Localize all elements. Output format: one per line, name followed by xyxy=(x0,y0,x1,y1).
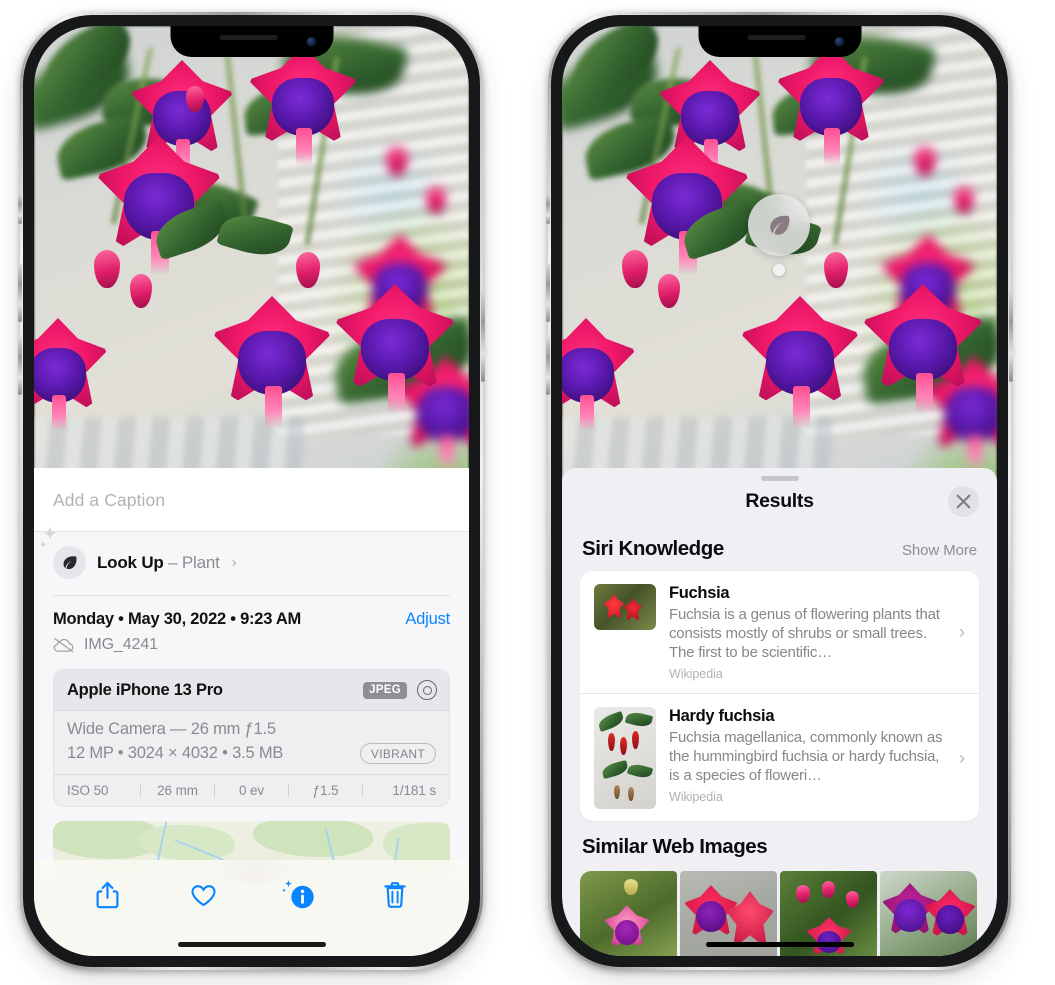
earpiece-speaker xyxy=(219,35,278,40)
exif-stats-row: ISO 50 26 mm 0 ev ƒ1.5 1/181 s xyxy=(54,774,449,806)
fuchsia-thumbnail xyxy=(594,584,656,630)
mute-switch[interactable] xyxy=(546,194,550,224)
web-image-4[interactable] xyxy=(880,871,977,956)
iphone-left: Add a Caption ✦ ✦ Look Up – Plant › Mond… xyxy=(18,12,485,970)
photo-info-sheet: Add a Caption ✦ ✦ Look Up – Plant › Mond… xyxy=(34,468,469,956)
results-header: Results xyxy=(562,468,997,523)
date-row: Monday • May 30, 2022 • 9:23 AM Adjust xyxy=(53,596,450,629)
look-up-subject: Plant xyxy=(181,552,220,572)
results-sheet: Results Siri Knowledge Show More Fuchsia… xyxy=(562,468,997,956)
phone-screen-right: Results Siri Knowledge Show More Fuchsia… xyxy=(562,26,997,956)
web-image-1[interactable] xyxy=(580,871,677,956)
exif-stat-exposure: 0 ev xyxy=(238,783,265,798)
volume-down-button[interactable] xyxy=(18,337,22,395)
power-button[interactable] xyxy=(1009,290,1013,382)
exif-stat-iso: ISO 50 xyxy=(67,783,109,798)
look-up-title: Look Up xyxy=(97,552,164,572)
adjust-button[interactable]: Adjust xyxy=(405,610,450,629)
similar-web-images-title: Similar Web Images xyxy=(582,835,768,859)
trash-icon[interactable] xyxy=(369,874,421,916)
chevron-right-icon: › xyxy=(231,554,237,571)
style-badge: VIBRANT xyxy=(359,743,436,764)
phone-bezel: Results Siri Knowledge Show More Fuchsia… xyxy=(551,15,1008,967)
leaf-icon xyxy=(770,215,790,235)
phone-screen-left: Add a Caption ✦ ✦ Look Up – Plant › Mond… xyxy=(34,26,469,956)
phone-bezel: Add a Caption ✦ ✦ Look Up – Plant › Mond… xyxy=(23,15,480,967)
power-button[interactable] xyxy=(481,290,485,382)
siri-knowledge-header: Siri Knowledge Show More xyxy=(562,523,997,571)
volume-up-button[interactable] xyxy=(18,264,22,322)
notch xyxy=(698,26,861,57)
exif-stat-focal: 26 mm xyxy=(157,783,198,798)
exif-stat-aperture: ƒ1.5 xyxy=(312,783,339,798)
knowledge-row[interactable]: Fuchsia Fuchsia is a genus of flowering … xyxy=(580,571,979,693)
front-camera-icon xyxy=(306,37,316,47)
volume-down-button[interactable] xyxy=(546,337,550,395)
mute-switch[interactable] xyxy=(18,194,22,224)
siri-knowledge-title: Siri Knowledge xyxy=(582,537,724,560)
caption-input[interactable]: Add a Caption xyxy=(34,468,469,532)
file-name: IMG_4241 xyxy=(84,636,158,653)
exif-card[interactable]: Apple iPhone 13 Pro JPEG Wide Camera — 2… xyxy=(53,669,450,807)
knowledge-description: Fuchsia magellanica, commonly known as t… xyxy=(669,729,943,785)
lens-icon xyxy=(417,680,437,700)
share-icon[interactable] xyxy=(82,874,134,916)
exif-stat-shutter: 1/181 s xyxy=(392,783,436,798)
look-up-row[interactable]: ✦ ✦ Look Up – Plant › xyxy=(39,525,450,596)
chevron-right-icon: › xyxy=(959,747,965,768)
results-title: Results xyxy=(745,490,814,512)
earpiece-speaker xyxy=(747,35,806,40)
volume-up-button[interactable] xyxy=(546,264,550,322)
home-indicator[interactable] xyxy=(705,942,854,947)
exif-header: Apple iPhone 13 Pro JPEG xyxy=(54,670,449,711)
similar-web-images-header: Similar Web Images xyxy=(562,821,997,869)
hardy-fuchsia-thumbnail xyxy=(594,707,656,810)
notch xyxy=(170,26,333,57)
camera-device-name: Apple iPhone 13 Pro xyxy=(67,680,223,699)
format-badge: JPEG xyxy=(363,681,407,699)
close-icon[interactable] xyxy=(948,486,979,517)
siri-knowledge-card-list: Fuchsia Fuchsia is a genus of flowering … xyxy=(580,571,979,822)
knowledge-source: Wikipedia xyxy=(669,667,723,682)
knowledge-source: Wikipedia xyxy=(669,790,723,805)
knowledge-title: Fuchsia xyxy=(669,584,730,602)
iphone-right: Results Siri Knowledge Show More Fuchsia… xyxy=(546,12,1013,970)
visual-look-up-badge[interactable] xyxy=(748,194,810,256)
knowledge-row[interactable]: Hardy fuchsia Fuchsia magellanica, commo… xyxy=(580,693,979,821)
info-sparkle-icon[interactable] xyxy=(273,874,325,916)
image-size-info: 12 MP • 3024 × 4032 • 3.5 MB xyxy=(67,744,284,762)
file-row: IMG_4241 xyxy=(53,636,450,654)
screenshot-stage: Add a Caption ✦ ✦ Look Up – Plant › Mond… xyxy=(0,0,1055,985)
visual-look-up-anchor-dot xyxy=(773,264,785,276)
knowledge-description: Fuchsia is a genus of flowering plants t… xyxy=(669,606,940,662)
knowledge-title: Hardy fuchsia xyxy=(669,707,775,726)
chevron-right-icon: › xyxy=(959,622,965,643)
look-up-label: Look Up – Plant xyxy=(97,553,220,573)
cloud-slash-icon xyxy=(53,637,75,653)
look-up-dash: – xyxy=(168,552,178,572)
leaf-icon xyxy=(53,546,86,579)
photo-date: Monday • May 30, 2022 • 9:23 AM xyxy=(53,610,302,628)
lens-info: Wide Camera — 26 mm ƒ1.5 xyxy=(67,720,276,738)
heart-icon[interactable] xyxy=(178,874,230,916)
sparkles-icon-small: ✦ xyxy=(39,540,48,551)
show-more-button[interactable]: Show More xyxy=(902,542,977,559)
home-indicator[interactable] xyxy=(177,942,326,947)
front-camera-icon xyxy=(834,37,844,47)
